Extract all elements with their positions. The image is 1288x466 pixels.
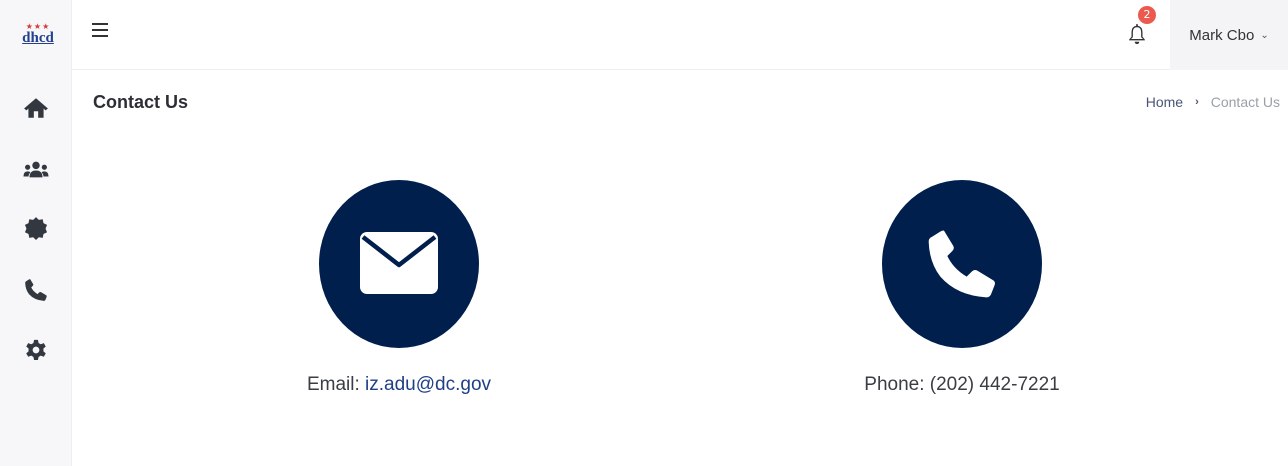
email-label: Email: (306, 374, 360, 395)
envelope-icon (360, 232, 438, 294)
user-name: Mark Cbo (1189, 26, 1255, 44)
phone-icon (25, 279, 47, 301)
phone-icon-circle (882, 180, 1042, 348)
email-card: Email: iz.adu@dc.gov (239, 180, 559, 410)
sidebar-item-settings[interactable] (16, 332, 56, 368)
topbar: 2 Mark Cbo ⌄ (72, 0, 1288, 70)
breadcrumb-separator-icon: › (1195, 96, 1199, 108)
notifications-button[interactable]: 2 (1124, 6, 1156, 48)
sidebar-item-home[interactable] (16, 90, 56, 126)
logo[interactable]: ★★★ dhcd (14, 16, 62, 52)
home-icon (24, 98, 48, 118)
email-text: Email: iz.adu@dc.gov (239, 374, 559, 396)
menu-toggle-icon[interactable] (90, 20, 110, 40)
breadcrumb-home-link[interactable]: Home (1146, 94, 1183, 110)
phone-card: Phone: (202) 442-7221 (802, 180, 1122, 410)
app-root: ★★★ dhcd 2 Mark Cbo ⌄ Contact Us Home › … (0, 0, 1288, 466)
email-link[interactable]: iz.adu@dc.gov (365, 374, 491, 395)
phone-handset-icon (928, 230, 995, 298)
sidebar-item-badge[interactable] (16, 211, 56, 247)
logo-text: dhcd (22, 30, 54, 46)
users-icon (23, 161, 49, 178)
bell-icon (1129, 23, 1145, 45)
phone-text: Phone: (202) 442-7221 (802, 374, 1122, 396)
chevron-down-icon: ⌄ (1260, 29, 1269, 41)
phone-number[interactable]: (202) 442-7221 (930, 374, 1060, 395)
gear-icon (26, 339, 46, 360)
sidebar: ★★★ dhcd (0, 0, 72, 466)
notification-count-badge: 2 (1138, 6, 1156, 24)
sidebar-item-contact[interactable] (16, 272, 56, 308)
email-icon-circle (319, 180, 479, 348)
breadcrumb-current: Contact Us (1210, 94, 1280, 110)
user-menu[interactable]: Mark Cbo ⌄ (1170, 0, 1288, 70)
page-title: Contact Us (93, 92, 189, 112)
badge-icon (24, 217, 48, 241)
sidebar-item-users[interactable] (16, 152, 56, 188)
phone-label: Phone: (864, 374, 925, 395)
breadcrumb: Home › Contact Us (1146, 94, 1280, 110)
